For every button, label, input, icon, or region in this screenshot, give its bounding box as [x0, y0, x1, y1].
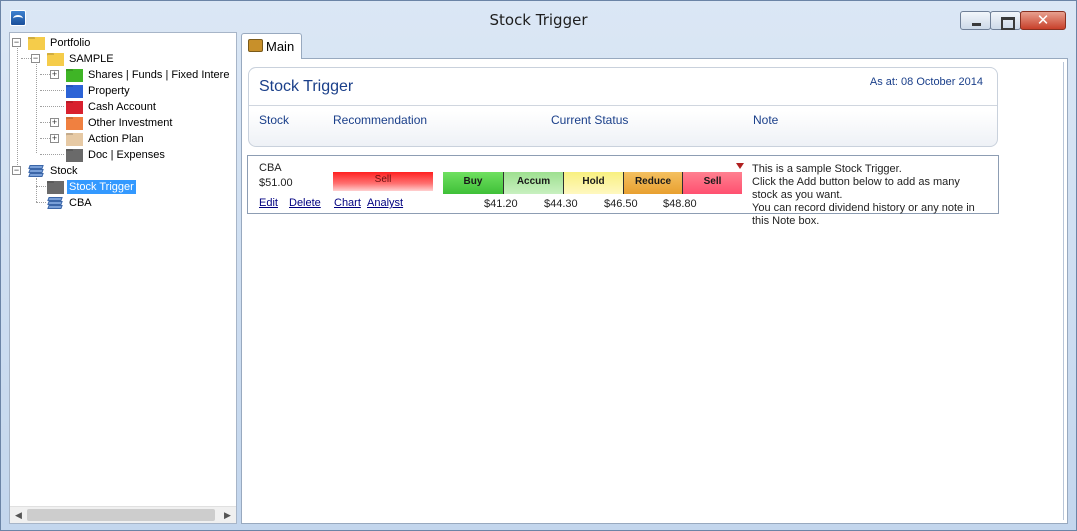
tree-label: Other Investment — [88, 117, 173, 129]
tree-connector — [36, 62, 37, 153]
current-price-marker-icon — [736, 163, 744, 169]
minimize-button[interactable] — [960, 11, 991, 30]
folder-icon — [66, 149, 83, 162]
tree-connector — [40, 138, 50, 139]
tree-label: Stock — [50, 165, 78, 177]
tree-item-cash-account[interactable]: Cash Account — [50, 99, 235, 115]
close-button[interactable]: ✕ — [1020, 11, 1066, 30]
tree-connector — [40, 74, 50, 75]
note-line: You can record dividend history or any n… — [752, 202, 975, 214]
tree-item-action-plan[interactable]: + Action Plan — [50, 131, 235, 147]
scroll-thumb[interactable] — [27, 509, 215, 521]
close-icon: ✕ — [1036, 12, 1050, 29]
tree-label: SAMPLE — [69, 53, 114, 65]
tree-label: Cash Account — [88, 101, 156, 113]
trigger-header: Stock Trigger As at: 08 October 2014 Sto… — [248, 67, 998, 147]
recommendation-bar: Sell — [333, 172, 433, 191]
scroll-right-icon[interactable]: ▶ — [219, 507, 236, 524]
recommendation-label: Sell — [374, 174, 392, 185]
status-segment-sell: Sell — [682, 172, 742, 194]
tree-label: Doc | Expenses — [88, 149, 165, 161]
note-line: Click the Add button below to add as man… — [752, 176, 960, 188]
window-controls: ✕ — [960, 11, 1066, 30]
folder-icon — [66, 117, 83, 130]
threshold-buy: $41.20 — [484, 198, 518, 210]
stack-icon — [47, 197, 64, 210]
folder-icon — [66, 101, 83, 114]
tree-label: Portfolio — [50, 37, 91, 49]
column-header-note: Note — [753, 113, 779, 127]
tree-item-other-investment[interactable]: + Other Investment — [50, 115, 235, 131]
status-segment-buy: Buy — [443, 172, 503, 194]
column-header-recommendation: Recommendation — [333, 113, 428, 127]
status-segment-reduce: Reduce — [623, 172, 682, 194]
tree-item-sample[interactable]: − SAMPLE — [31, 51, 231, 67]
tree-label: Action Plan — [88, 133, 144, 145]
folder-icon — [66, 69, 83, 82]
scroll-left-icon[interactable]: ◀ — [10, 507, 27, 524]
title-bar[interactable]: Stock Trigger ✕ — [1, 1, 1076, 33]
stock-row: CBA $51.00 Edit Delete Chart Analyst Sel… — [247, 155, 999, 227]
main-content: Stock Trigger As at: 08 October 2014 Sto… — [241, 58, 1068, 524]
collapse-icon[interactable]: − — [31, 54, 40, 63]
delete-link[interactable]: Delete — [289, 197, 321, 209]
status-segment-hold: Hold — [563, 172, 623, 194]
page-title: Stock Trigger — [259, 78, 354, 95]
tree-connector — [36, 186, 46, 187]
threshold-reduce: $48.80 — [663, 198, 697, 210]
stack-icon — [28, 165, 45, 178]
note-text[interactable]: This is a sample Stock Trigger. Click th… — [752, 163, 997, 228]
tree-item-property[interactable]: Property — [50, 83, 235, 99]
column-header-stock: Stock — [259, 113, 290, 127]
folder-icon — [66, 133, 83, 146]
book-icon — [248, 39, 263, 52]
tree-item-stock[interactable]: − Stock — [12, 163, 212, 179]
tree-connector — [36, 178, 37, 202]
folder-icon — [47, 53, 64, 66]
expand-icon[interactable]: + — [50, 134, 59, 143]
horizontal-scrollbar[interactable]: ◀ ▶ — [10, 506, 236, 523]
tab-main[interactable]: Main — [241, 33, 302, 59]
tree-label: CBA — [69, 197, 92, 209]
tree-item-cba[interactable]: CBA — [47, 195, 207, 211]
edit-link[interactable]: Edit — [259, 197, 278, 209]
folder-icon — [66, 85, 83, 98]
folder-icon — [28, 37, 45, 50]
chart-link[interactable]: Chart — [334, 197, 361, 209]
collapse-icon[interactable]: − — [12, 38, 21, 47]
tree-item-doc-expenses[interactable]: Doc | Expenses — [50, 147, 235, 163]
tab-label: Main — [266, 39, 295, 54]
collapse-icon[interactable]: − — [12, 166, 21, 175]
tree-item-portfolio[interactable]: − Portfolio — [12, 35, 232, 51]
column-header-current-status: Current Status — [551, 113, 629, 127]
stock-code: CBA — [259, 162, 282, 174]
tree-item-stock-trigger[interactable]: Stock Trigger — [47, 179, 207, 195]
maximize-button[interactable] — [990, 11, 1021, 30]
status-segment-accum: Accum — [503, 172, 563, 194]
tree-connector — [36, 202, 46, 203]
tree-label: Stock Trigger — [67, 180, 136, 194]
expand-icon[interactable]: + — [50, 70, 59, 79]
stock-price: $51.00 — [259, 177, 293, 189]
tree-label: Property — [88, 85, 130, 97]
tree-item-shares[interactable]: + Shares | Funds | Fixed Intere — [50, 67, 235, 83]
note-line: this Note box. — [752, 215, 820, 227]
tree-label: Shares | Funds | Fixed Intere — [88, 69, 230, 81]
as-at-date: As at: 08 October 2014 — [869, 76, 983, 88]
note-line: This is a sample Stock Trigger. — [752, 163, 902, 175]
analyst-link[interactable]: Analyst — [367, 197, 403, 209]
window-title: Stock Trigger — [489, 11, 588, 29]
note-line: stock as you want. — [752, 189, 843, 201]
app-window: Stock Trigger ✕ − Portfolio − SAMPLE + S… — [0, 0, 1077, 531]
expand-icon[interactable]: + — [50, 118, 59, 127]
tree-connector — [40, 122, 50, 123]
folder-icon — [47, 181, 64, 194]
navigation-tree[interactable]: − Portfolio − SAMPLE + Shares | Funds | … — [9, 32, 237, 524]
threshold-hold: $46.50 — [604, 198, 638, 210]
threshold-accum: $44.30 — [544, 198, 578, 210]
tree-connector — [17, 46, 18, 169]
